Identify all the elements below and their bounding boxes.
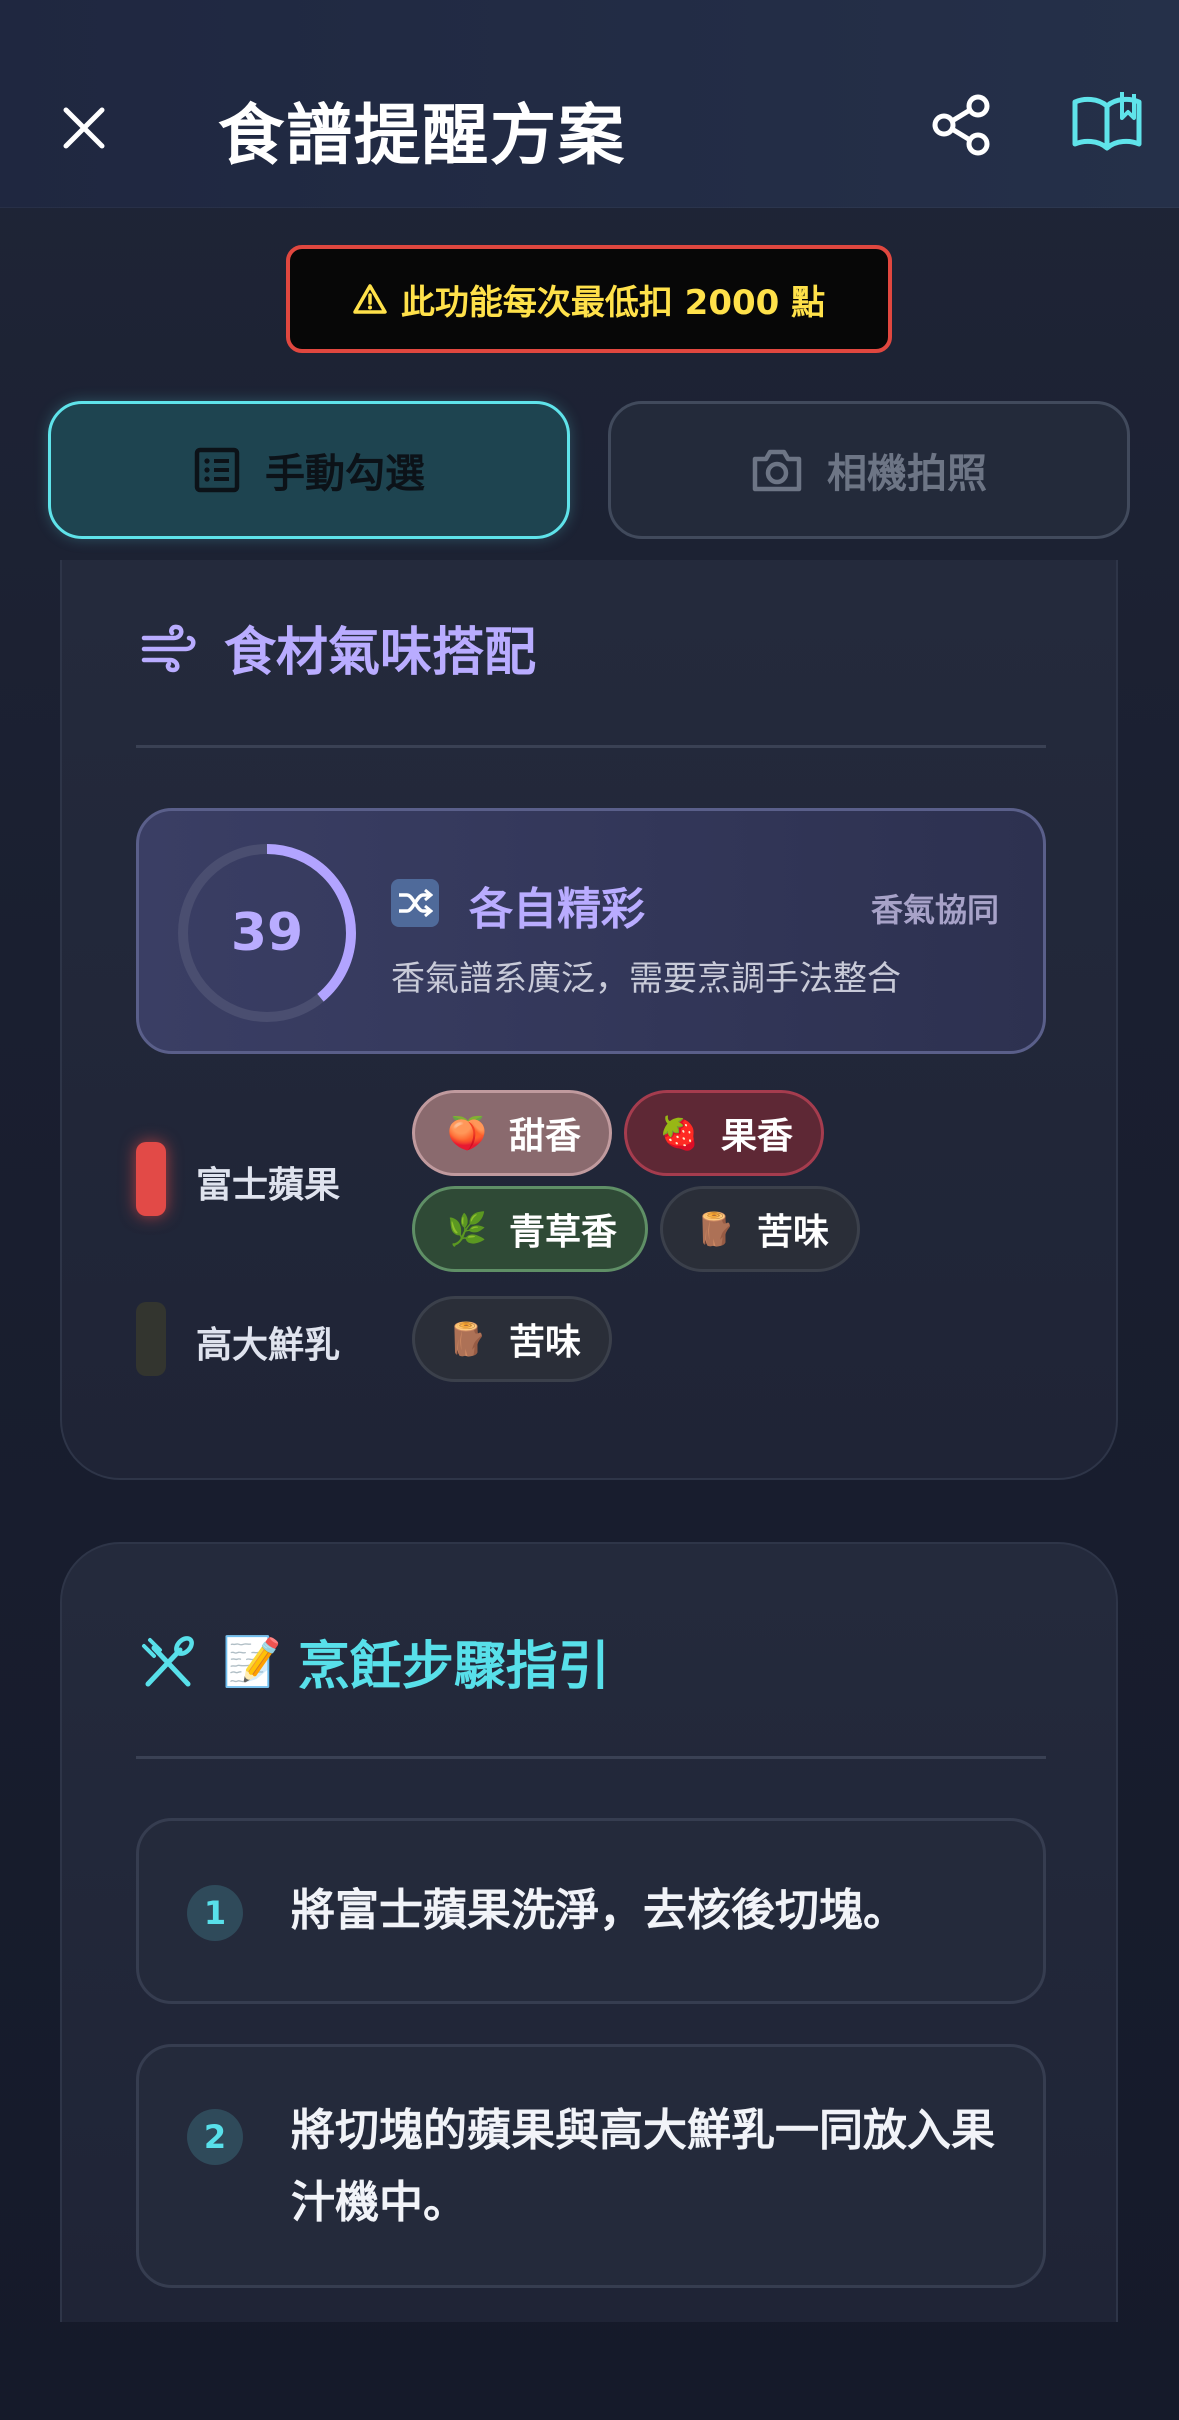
- shuffle-icon: [391, 879, 439, 927]
- strawberry-icon: 🍓: [659, 1114, 699, 1152]
- guide-button[interactable]: [1070, 88, 1144, 154]
- ingredient-color-indicator: [136, 1142, 166, 1216]
- aroma-chip-bitter: 🪵 苦味: [660, 1186, 861, 1272]
- tab-manual-select[interactable]: 手動勾選: [48, 401, 570, 539]
- step-text: 將切塊的蘋果與高大鮮乳一同放入果汁機中。: [291, 2105, 995, 2228]
- close-button[interactable]: [52, 96, 116, 160]
- cooking-steps-card: 📝 烹飪步驟指引 1 將富士蘋果洗淨，去核後切塊。 2 將切塊的蘋果與高大鮮乳一…: [60, 1542, 1118, 2322]
- step-text: 將富士蘋果洗淨，去核後切塊。: [291, 1885, 907, 1936]
- wind-icon: [141, 624, 196, 672]
- share-button[interactable]: [930, 92, 996, 158]
- aroma-chip-sweet: 🍑 甜香: [412, 1090, 613, 1176]
- aroma-pairing-card: 食材氣味搭配 39 各自精彩 香氣協同 香氣譜系廣泛，需要烹調手法整合 富士蘋果…: [60, 560, 1118, 1480]
- warning-text: 此功能每次最低扣 2000 點: [400, 282, 826, 323]
- score-description: 香氣譜系廣泛，需要烹調手法整合: [391, 959, 901, 999]
- camera-icon: [752, 449, 802, 492]
- wood-icon: 🪵: [695, 1210, 735, 1248]
- divider: [136, 745, 1046, 748]
- top-bar: 食譜提醒方案: [0, 0, 1179, 208]
- memo-icon: 📝: [222, 1634, 282, 1690]
- step-number: 1: [187, 1885, 243, 1941]
- peach-icon: 🍑: [447, 1114, 487, 1152]
- points-value: 2000: [684, 282, 780, 323]
- tab-camera-label: 相機拍照: [827, 451, 987, 497]
- score-label: 各自精彩: [469, 884, 645, 935]
- steps-card-title: 烹飪步驟指引: [297, 1637, 610, 1697]
- herb-icon: 🌿: [447, 1210, 487, 1248]
- aroma-chip-grassy: 🌿 青草香: [412, 1186, 649, 1272]
- page-title: 食譜提醒方案: [218, 97, 626, 174]
- close-icon: [63, 107, 105, 149]
- ingredient-name: 富士蘋果: [196, 1165, 341, 1206]
- tab-manual-label: 手動勾選: [265, 451, 425, 497]
- tab-camera[interactable]: 相機拍照: [608, 401, 1130, 539]
- share-icon: [932, 94, 990, 156]
- ingredient-name: 高大鮮乳: [196, 1325, 341, 1366]
- open-book-icon: [1072, 92, 1142, 151]
- score-tag: 香氣協同: [870, 891, 999, 929]
- aroma-chip-fruity: 🍓 果香: [624, 1090, 825, 1176]
- aroma-card-header: 食材氣味搭配: [140, 610, 536, 685]
- list-icon: [194, 447, 240, 493]
- aroma-card-title: 食材氣味搭配: [224, 623, 537, 683]
- wood-icon: 🪵: [447, 1320, 487, 1358]
- harmony-score-box: 39 各自精彩 香氣協同 香氣譜系廣泛，需要烹調手法整合: [136, 808, 1046, 1054]
- ingredient-color-indicator: [136, 1302, 166, 1376]
- score-value: 39: [230, 903, 304, 963]
- step-item: 2 將切塊的蘋果與高大鮮乳一同放入果汁機中。: [136, 2044, 1046, 2288]
- steps-card-header: 📝 烹飪步驟指引: [140, 1624, 610, 1699]
- warning-triangle-icon: [353, 284, 387, 314]
- step-number: 2: [187, 2109, 243, 2165]
- divider: [136, 1756, 1046, 1759]
- step-item: 1 將富士蘋果洗淨，去核後切塊。: [136, 1818, 1046, 2004]
- aroma-chip-bitter: 🪵 苦味: [412, 1296, 613, 1382]
- points-warning-banner: 此功能每次最低扣 2000 點: [286, 245, 892, 353]
- utensils-icon: [142, 1635, 194, 1686]
